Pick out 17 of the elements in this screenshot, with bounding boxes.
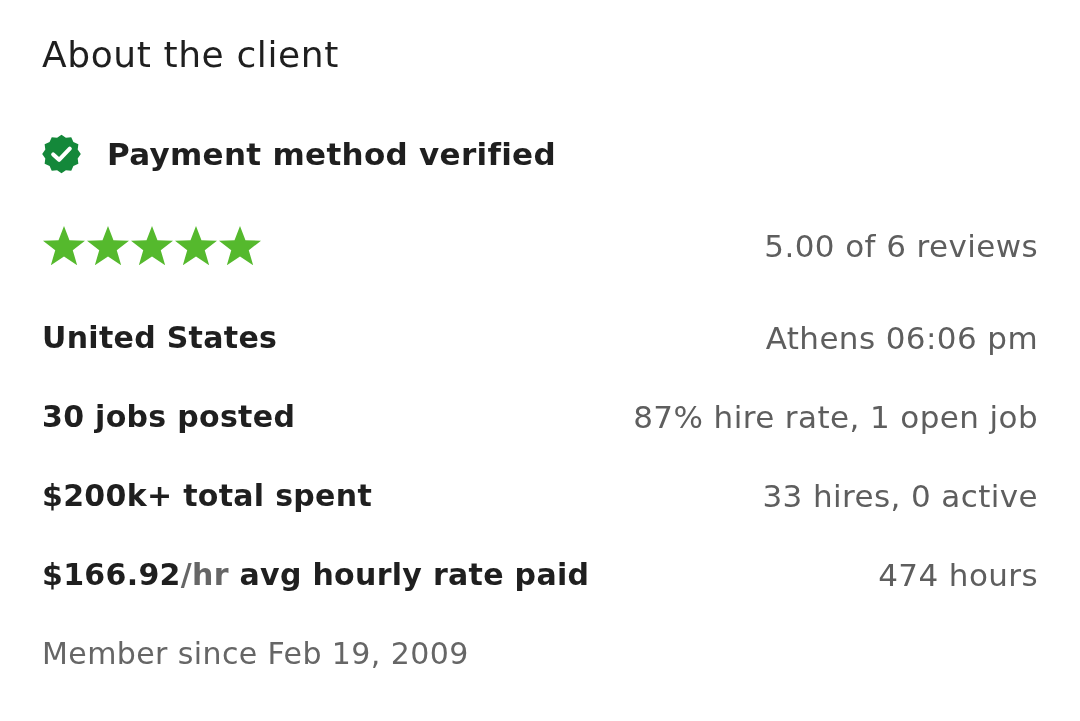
client-stat-detail: 33 hires, 0 active xyxy=(762,477,1038,514)
client-stat: 30 jobs posted xyxy=(42,399,296,434)
client-stat: $200k+ total spent xyxy=(42,478,373,513)
client-stat-detail: 87% hire rate, 1 open job xyxy=(633,398,1038,435)
member-since-text: Member since Feb 19, 2009 xyxy=(42,635,470,673)
section-title: About the client xyxy=(42,33,340,77)
client-stat-detail: Athens 06:06 pm xyxy=(765,319,1038,356)
hourly-rate-stat: $166.92/hr avg hourly rate paid xyxy=(42,557,590,592)
star-filled-icon xyxy=(86,225,130,267)
star-filled-icon xyxy=(174,225,218,267)
payment-status-text: Payment method verified xyxy=(107,135,556,174)
star-filled-icon xyxy=(218,225,262,267)
star-filled-icon xyxy=(130,225,174,267)
client-stat: United States xyxy=(42,320,278,355)
star-filled-icon xyxy=(42,225,86,267)
reviews-summary: 5.00 of 6 reviews xyxy=(764,228,1038,264)
client-stat-detail: 474 hours xyxy=(878,556,1038,593)
